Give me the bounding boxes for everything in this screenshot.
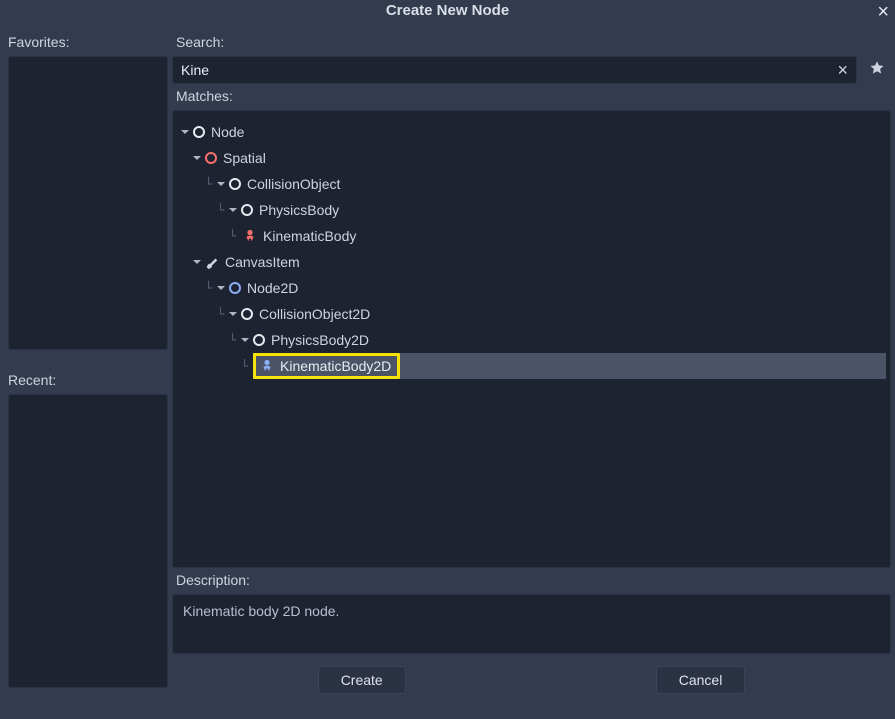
spatial-icon [205,152,217,164]
tree-connector: └ [229,335,241,345]
tree-item-label: Spatial [223,150,266,166]
tree-item-label: CanvasItem [225,254,300,270]
chevron-down-icon[interactable] [217,180,227,188]
tree-item-canvasitem[interactable]: CanvasItem [193,249,886,275]
abstract-node-icon [253,334,265,346]
tree-item-label: CollisionObject2D [259,306,370,322]
tree-item-label: Node2D [247,280,298,296]
tree-item-label: PhysicsBody [259,202,339,218]
tree-item-collisionobject2d[interactable]: └ CollisionObject2D [217,301,886,327]
tree-item-physicsbody[interactable]: └ PhysicsBody [217,197,886,223]
matches-panel[interactable]: Node Spatial └ CollisionObject [172,110,891,568]
create-button[interactable]: Create [318,666,406,694]
tree-connector: └ [241,361,253,371]
tree-item-label: CollisionObject [247,176,340,192]
tree-connector: └ [217,205,229,215]
tree-item-kinematicbody2d[interactable]: └ KinematicBody2D [177,353,886,379]
tree-item-spatial[interactable]: Spatial [193,145,886,171]
node-icon [193,126,205,138]
node2d-icon [229,282,241,294]
tree-connector: └ [229,231,241,241]
recent-label: Recent: [8,372,168,388]
tree-item-physicsbody2d[interactable]: └ PhysicsBody2D [229,327,886,353]
chevron-down-icon[interactable] [229,206,239,214]
tree-item-label: KinematicBody [263,228,356,244]
close-icon[interactable]: × [877,2,889,22]
favorite-star-icon[interactable] [863,60,891,81]
tree-item-node[interactable]: Node [181,119,886,145]
search-label: Search: [176,34,887,50]
tree-connector: └ [217,309,229,319]
clear-search-icon[interactable]: × [829,60,856,81]
chevron-down-icon[interactable] [181,128,191,136]
description-panel: Kinematic body 2D node. [172,594,891,654]
tree-item-label: PhysicsBody2D [271,332,369,348]
dialog-title: Create New Node [0,0,895,24]
tree-item-node2d[interactable]: └ Node2D [205,275,886,301]
abstract-node-icon [241,308,253,320]
cancel-button[interactable]: Cancel [656,666,746,694]
description-text: Kinematic body 2D node. [183,603,339,619]
favorites-label: Favorites: [8,34,168,50]
chevron-down-icon[interactable] [217,284,227,292]
search-input-wrap[interactable]: × [172,56,857,84]
chevron-down-icon[interactable] [193,258,203,266]
recent-panel[interactable] [8,394,168,688]
chevron-down-icon[interactable] [241,336,251,344]
kinematicbody2d-icon [260,359,274,373]
favorites-panel[interactable] [8,56,168,350]
description-label: Description: [176,572,887,588]
tree-connector: └ [205,179,217,189]
chevron-down-icon[interactable] [229,310,239,318]
tree-connector: └ [205,283,217,293]
abstract-node-icon [241,204,253,216]
abstract-node-icon [229,178,241,190]
tree-item-label: KinematicBody2D [280,358,391,374]
tree-item-label: Node [211,124,244,140]
kinematicbody-icon [243,229,257,243]
tree-item-kinematicbody[interactable]: └ KinematicBody [229,223,886,249]
search-input[interactable] [173,57,829,83]
canvasitem-icon [205,255,219,269]
selection-highlight: KinematicBody2D [253,353,400,379]
matches-label: Matches: [176,88,887,104]
chevron-down-icon[interactable] [193,154,203,162]
tree-item-collisionobject[interactable]: └ CollisionObject [205,171,886,197]
